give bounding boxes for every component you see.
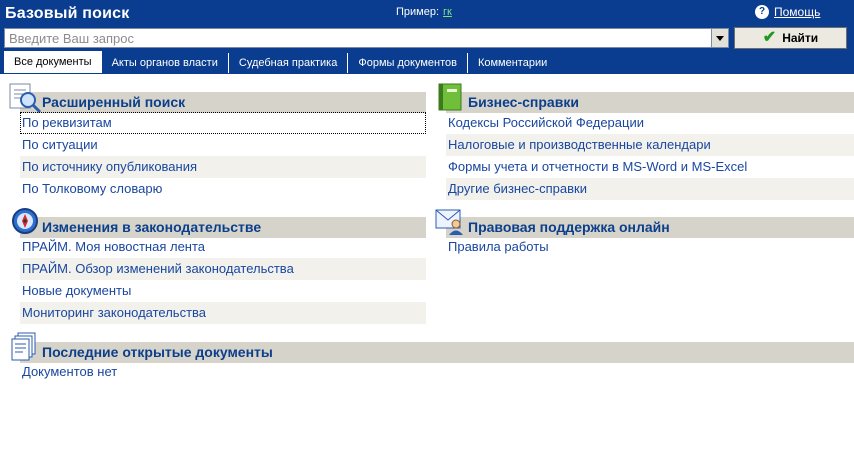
search-box: [4, 28, 718, 48]
tab-document-forms[interactable]: Формы документов: [347, 53, 467, 73]
checkmark-icon: ✔: [762, 29, 777, 46]
section-title-recent: Последние открытые документы: [42, 344, 273, 360]
advanced-search-list: По реквизитам По ситуации По источнику о…: [20, 112, 426, 200]
list-item[interactable]: Кодексы Российской Федерации: [446, 112, 854, 134]
list-item[interactable]: Другие бизнес-справки: [446, 178, 854, 200]
list-item[interactable]: Формы учета и отчетности в MS-Word и MS-…: [446, 156, 854, 178]
list-item[interactable]: Налоговые и производственные календари: [446, 134, 854, 156]
search-history-dropdown[interactable]: [711, 28, 729, 48]
page-title: Базовый поиск: [5, 5, 130, 22]
help-icon: ?: [755, 5, 769, 19]
list-item[interactable]: По источнику опубликования: [20, 156, 426, 178]
documents-icon: [10, 331, 38, 365]
tab-comments[interactable]: Комментарии: [466, 53, 557, 73]
business-list: Кодексы Российской Федерации Налоговые и…: [446, 112, 854, 200]
list-item[interactable]: По реквизитам: [20, 112, 426, 134]
list-item[interactable]: Новые документы: [20, 280, 426, 302]
section-title-business: Бизнес-справки: [468, 94, 579, 110]
help-label: Помощь: [774, 5, 821, 19]
recent-list: Документов нет: [20, 361, 426, 383]
search-input[interactable]: [7, 30, 701, 46]
example-label: Пример:: [396, 6, 440, 18]
list-item[interactable]: По ситуации: [20, 134, 426, 156]
compass-icon: [10, 206, 40, 240]
tab-government-acts[interactable]: Акты органов власти: [102, 53, 228, 73]
book-icon: [436, 82, 464, 116]
section-title-changes: Изменения в законодательстве: [42, 219, 262, 235]
list-item: Документов нет: [22, 364, 118, 379]
tab-court-practice[interactable]: Судебная практика: [227, 53, 347, 73]
help-link[interactable]: ? Помощь: [755, 5, 820, 19]
chevron-down-icon: [716, 35, 724, 41]
mail-person-icon: [434, 206, 466, 240]
section-title-advanced-search: Расширенный поиск: [42, 94, 186, 110]
header-bar: Базовый поиск Пример:гк ? Помощь ✔ Найти…: [0, 0, 854, 74]
find-button-label: Найти: [782, 31, 819, 45]
tab-bar: Все документы Акты органов власти Судебн…: [4, 51, 557, 73]
support-list: Правила работы: [446, 236, 854, 258]
example-hint: Пример: гк: [396, 6, 452, 18]
changes-list: ПРАЙМ. Моя новостная лента ПРАЙМ. Обзор …: [20, 236, 426, 324]
list-item[interactable]: ПРАЙМ. Обзор изменений законодательства: [20, 258, 426, 280]
list-item[interactable]: Правила работы: [446, 236, 854, 258]
section-title-support: Правовая поддержка онлайн: [468, 219, 670, 235]
example-link[interactable]: гк: [443, 6, 452, 18]
list-item[interactable]: По Толковому словарю: [20, 178, 426, 200]
list-item[interactable]: Мониторинг законодательства: [20, 302, 426, 324]
tab-all-documents[interactable]: Все документы: [4, 51, 102, 73]
list-item[interactable]: ПРАЙМ. Моя новостная лента: [20, 236, 426, 258]
find-button[interactable]: ✔ Найти: [734, 27, 847, 49]
